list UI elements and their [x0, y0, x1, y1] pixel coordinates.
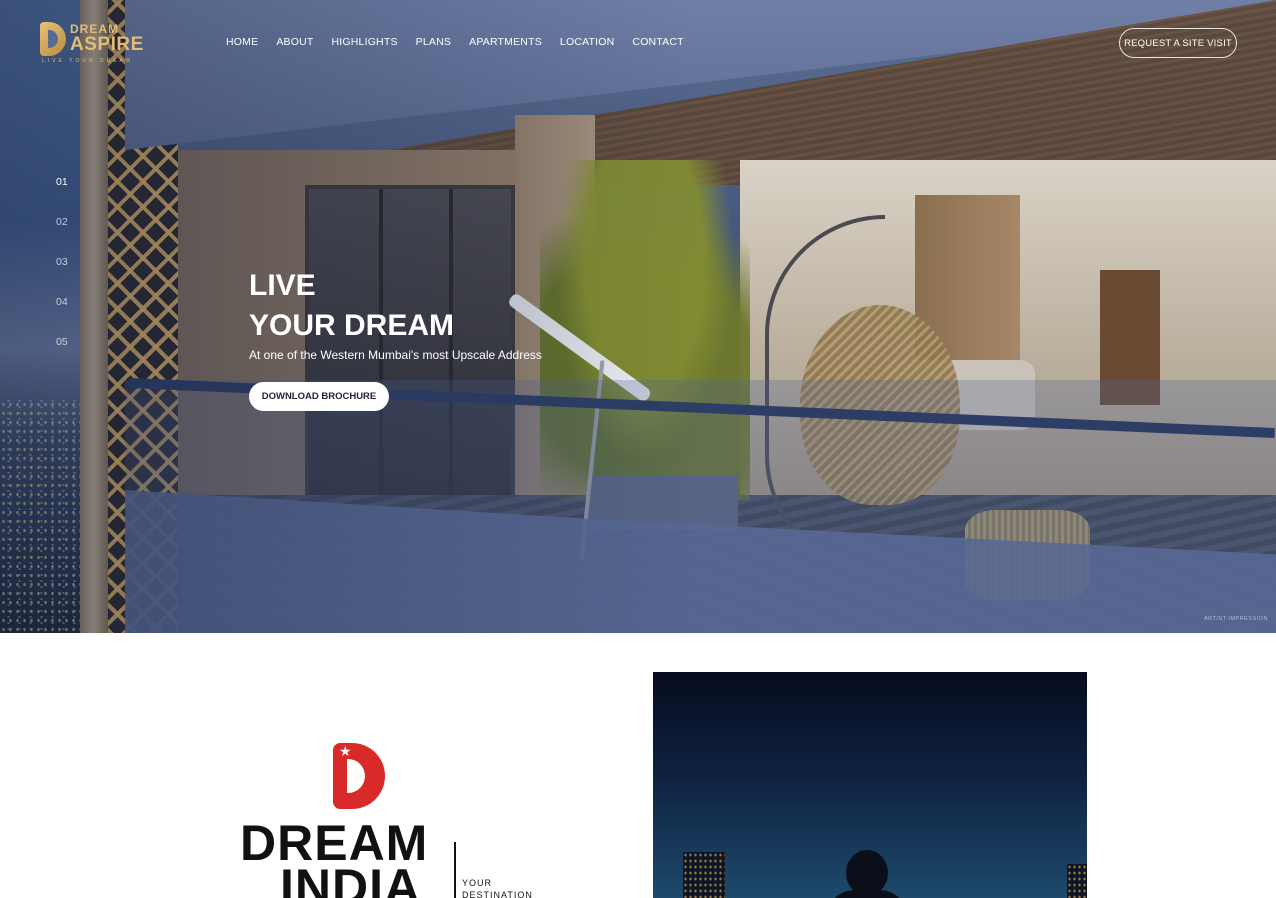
slide-05[interactable]: 05: [56, 335, 68, 375]
download-brochure-button[interactable]: DOWNLOAD BROCHURE: [249, 382, 389, 411]
hero-headline: LIVE YOUR DREAM: [249, 266, 454, 346]
hero-section: DREAM ASPIRE LIVE YOUR DREAM HOME ABOUT …: [0, 0, 1276, 633]
building-silhouette: [1067, 864, 1087, 898]
hero-subtitle: At one of the Western Mumbai's most Upsc…: [249, 348, 542, 362]
nav-location[interactable]: LOCATION: [560, 36, 615, 48]
nav-contact[interactable]: CONTACT: [632, 36, 683, 48]
developer-name-line2: INDIA: [280, 859, 422, 898]
nav-highlights[interactable]: HIGHLIGHTS: [331, 36, 397, 48]
brand-logo[interactable]: DREAM ASPIRE LIVE YOUR DREAM: [40, 20, 150, 66]
nav-apartments[interactable]: APARTMENTS: [469, 36, 542, 48]
nav-plans[interactable]: PLANS: [416, 36, 451, 48]
dream-india-d-icon: [333, 743, 385, 809]
logo-text-line2: ASPIRE: [70, 34, 144, 55]
hero-overlay: [0, 0, 1276, 633]
slide-03[interactable]: 03: [56, 255, 68, 295]
headline-line2: YOUR DREAM: [249, 309, 455, 342]
nav-about[interactable]: ABOUT: [276, 36, 313, 48]
logo-divider: [454, 842, 456, 898]
hero-background-image: [0, 0, 1276, 633]
slide-02[interactable]: 02: [56, 215, 68, 255]
slide-indicator: 01 02 03 04 05: [56, 175, 68, 375]
developer-tagline-line2: DESTINATION: [462, 890, 533, 898]
person-silhouette-body: [825, 890, 909, 898]
headline-line1: LIVE: [249, 269, 316, 302]
logo-tagline: LIVE YOUR DREAM: [42, 58, 134, 64]
developer-tagline-line1: YOUR: [462, 878, 493, 888]
building-silhouette: [683, 852, 725, 898]
main-navigation: HOME ABOUT HIGHLIGHTS PLANS APARTMENTS L…: [226, 36, 684, 48]
dream-india-logo: DREAM INDIA YOUR DESTINATION: [240, 740, 540, 898]
slide-01[interactable]: 01: [56, 175, 68, 215]
logo-d-icon: [40, 22, 66, 56]
nav-home[interactable]: HOME: [226, 36, 258, 48]
request-site-visit-button[interactable]: REQUEST A SITE VISIT: [1119, 28, 1237, 58]
artist-impression-note: ARTIST IMPRESSION: [1204, 616, 1268, 622]
slide-04[interactable]: 04: [56, 295, 68, 335]
night-skyline-image: [653, 672, 1087, 898]
